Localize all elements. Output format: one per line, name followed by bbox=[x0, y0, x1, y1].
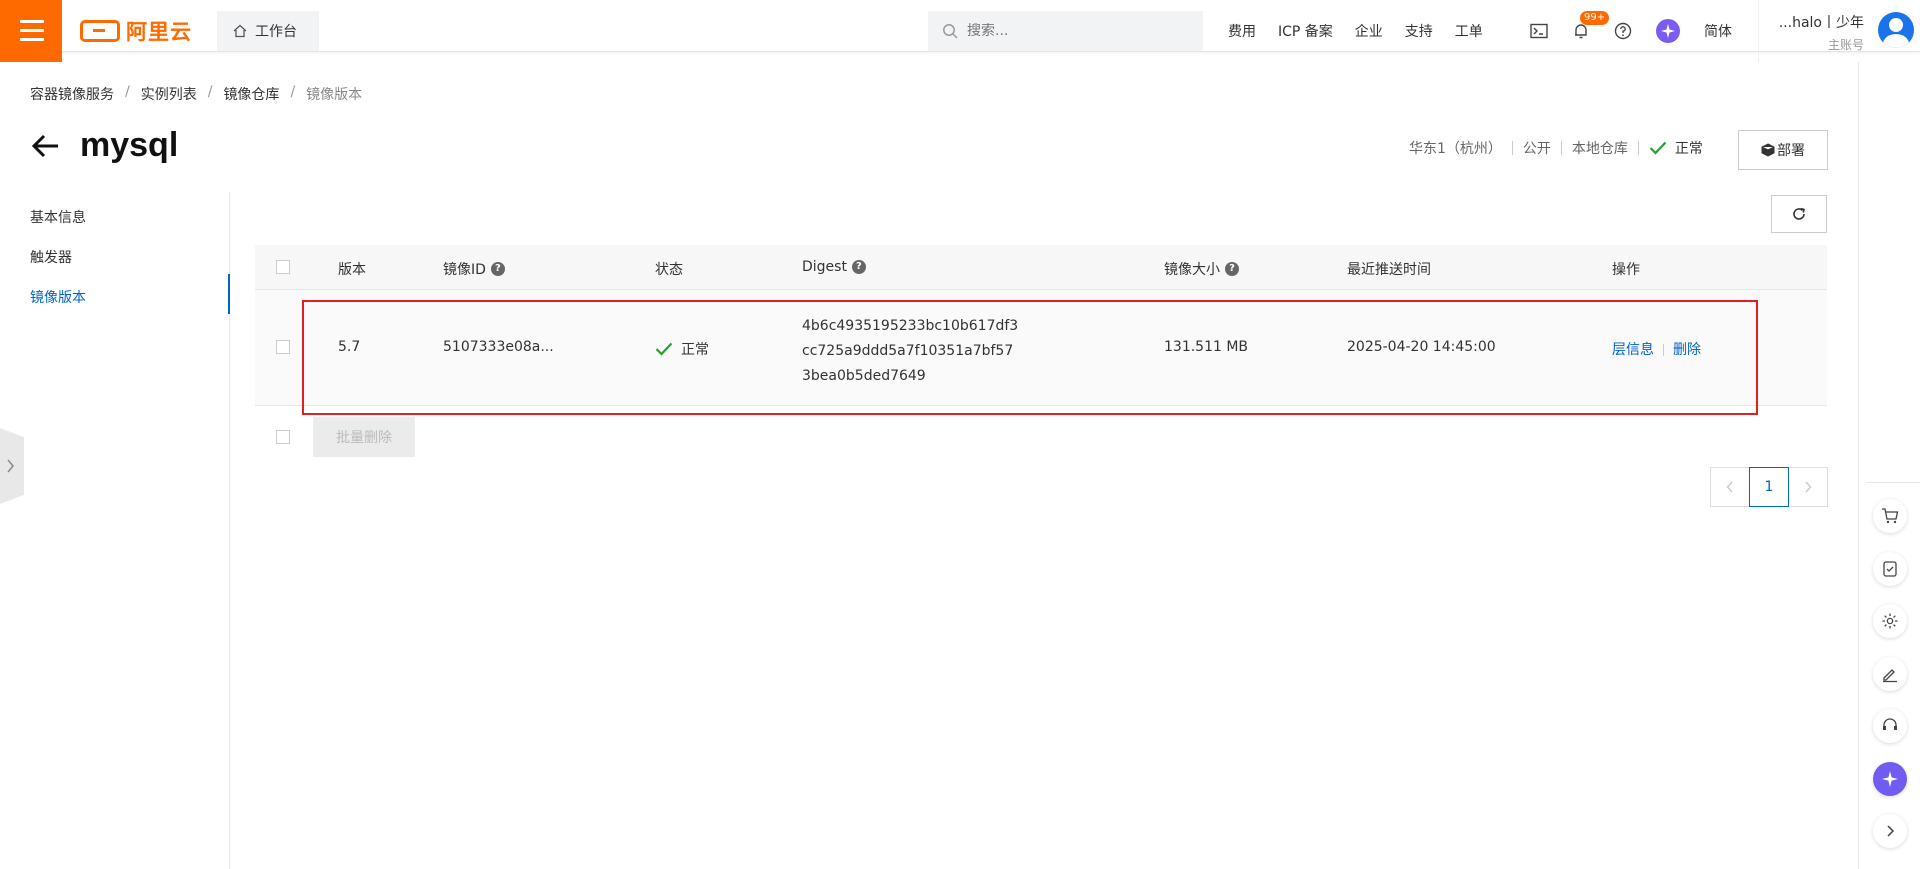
collapse-sidebar-handle[interactable] bbox=[0, 428, 24, 504]
batch-select-checkbox[interactable] bbox=[276, 430, 290, 444]
batch-actions: 批量删除 bbox=[255, 415, 655, 457]
col-digest: Digest? bbox=[802, 259, 866, 275]
col-status: 状态 bbox=[655, 262, 683, 278]
search-icon bbox=[943, 24, 958, 39]
repo-region: 华东1（杭州） bbox=[1409, 141, 1502, 157]
workbench-button[interactable]: 工作台 bbox=[217, 11, 319, 51]
breadcrumb-item-repos[interactable]: 镜像仓库 bbox=[223, 84, 279, 104]
back-arrow-icon[interactable] bbox=[30, 130, 62, 162]
prev-page-button[interactable] bbox=[1710, 467, 1750, 507]
select-all-checkbox[interactable] bbox=[276, 260, 290, 274]
ai-assistant-icon[interactable] bbox=[1873, 762, 1907, 796]
sidenav-item-basic-info[interactable]: 基本信息 bbox=[30, 207, 86, 227]
top-navigation-bar: 阿里云 工作台 费用 ICP 备案 企业 支持 工单 99+ 简体 ...hal… bbox=[0, 0, 1920, 62]
workbench-label: 工作台 bbox=[255, 24, 297, 40]
next-page-button[interactable] bbox=[1788, 467, 1828, 507]
notification-badge: 99+ bbox=[1580, 11, 1610, 25]
top-icons: 99+ 简体 bbox=[1530, 0, 1732, 62]
repo-type: 本地仓库 bbox=[1571, 141, 1628, 157]
breadcrumb-separator: / bbox=[125, 84, 130, 100]
terminal-icon[interactable] bbox=[1530, 23, 1548, 39]
rail-divider bbox=[1867, 482, 1920, 483]
sidenav-item-image-versions[interactable]: 镜像版本 bbox=[30, 287, 86, 307]
help-icon[interactable] bbox=[1614, 22, 1632, 40]
customer-service-headset-icon[interactable] bbox=[1873, 709, 1907, 743]
col-version: 版本 bbox=[338, 262, 366, 278]
chevron-left-icon bbox=[1726, 481, 1733, 493]
user-role: 主账号 bbox=[1827, 38, 1864, 52]
page-title: mysql bbox=[80, 126, 179, 164]
document-sign-icon[interactable] bbox=[1873, 552, 1907, 586]
edit-pen-icon[interactable] bbox=[1873, 657, 1907, 691]
table-header: 版本 镜像ID? 状态 Digest? 镜像大小? 最近推送时间 操作 bbox=[255, 245, 1827, 290]
sidenav-item-triggers[interactable]: 触发器 bbox=[30, 247, 72, 267]
breadcrumb: 容器镜像服务 / 实例列表 / 镜像仓库 / 镜像版本 bbox=[30, 84, 362, 104]
highlighted-row-outline bbox=[302, 300, 1758, 415]
nav-link-support[interactable]: 支持 bbox=[1405, 21, 1433, 41]
meta-divider bbox=[1560, 141, 1562, 155]
breadcrumb-separator: / bbox=[290, 84, 296, 100]
pagination: 1 bbox=[1710, 467, 1828, 507]
repo-meta: 华东1（杭州） 公开 本地仓库 正常 bbox=[1409, 138, 1703, 158]
check-icon bbox=[1649, 141, 1667, 155]
settings-gear-icon[interactable] bbox=[1873, 604, 1907, 638]
page-header: mysql bbox=[30, 126, 178, 165]
nav-link-enterprise[interactable]: 企业 bbox=[1355, 21, 1383, 41]
search-input[interactable] bbox=[967, 23, 1167, 39]
col-size: 镜像大小? bbox=[1164, 259, 1239, 279]
logo-text: 阿里云 bbox=[126, 20, 192, 44]
meta-divider bbox=[1511, 141, 1513, 155]
help-icon[interactable]: ? bbox=[851, 260, 866, 274]
nav-link-ticket[interactable]: 工单 bbox=[1455, 21, 1483, 41]
expand-rail-chevron-icon[interactable] bbox=[1873, 814, 1907, 848]
side-navigation: 基本信息 触发器 镜像版本 bbox=[0, 192, 230, 869]
ai-assistant-icon[interactable] bbox=[1656, 19, 1680, 43]
nav-link-icp[interactable]: ICP 备案 bbox=[1278, 21, 1333, 41]
nav-link-billing[interactable]: 费用 bbox=[1228, 21, 1256, 41]
notification-bell-icon[interactable]: 99+ bbox=[1572, 11, 1610, 40]
chevron-right-icon bbox=[7, 459, 14, 473]
right-toolbar bbox=[1858, 62, 1920, 869]
page-number[interactable]: 1 bbox=[1749, 467, 1789, 507]
col-actions: 操作 bbox=[1612, 262, 1640, 278]
user-name: ...halo丨少年 bbox=[1778, 15, 1864, 31]
col-image-id: 镜像ID? bbox=[443, 259, 505, 279]
breadcrumb-separator: / bbox=[207, 84, 213, 100]
search-box[interactable] bbox=[928, 11, 1203, 51]
hamburger-menu-icon[interactable] bbox=[0, 0, 62, 62]
breadcrumb-item-instances[interactable]: 实例列表 bbox=[141, 84, 197, 104]
repo-visibility: 公开 bbox=[1522, 141, 1551, 157]
top-links: 费用 ICP 备案 企业 支持 工单 bbox=[1228, 0, 1505, 62]
active-indicator bbox=[228, 274, 230, 314]
breadcrumb-item-versions: 镜像版本 bbox=[306, 87, 363, 103]
deploy-button[interactable]: 部署 bbox=[1738, 130, 1828, 170]
help-icon[interactable]: ? bbox=[490, 262, 505, 276]
refresh-icon bbox=[1793, 207, 1805, 220]
breadcrumb-item-registry[interactable]: 容器镜像服务 bbox=[30, 84, 114, 104]
home-icon bbox=[233, 24, 247, 38]
help-icon[interactable]: ? bbox=[1225, 262, 1239, 276]
aliyun-logo[interactable]: 阿里云 bbox=[80, 18, 192, 44]
row-checkbox[interactable] bbox=[276, 340, 290, 354]
meta-divider bbox=[1637, 141, 1639, 155]
chevron-right-icon bbox=[1805, 481, 1812, 493]
refresh-button[interactable] bbox=[1771, 195, 1827, 233]
deploy-label: 部署 bbox=[1777, 143, 1805, 159]
cube-icon bbox=[1761, 143, 1775, 157]
user-menu[interactable]: ...halo丨少年 主账号 bbox=[1758, 0, 1920, 62]
language-switch[interactable]: 简体 bbox=[1704, 21, 1732, 41]
repo-status: 正常 bbox=[1674, 141, 1703, 157]
col-pushed-at: 最近推送时间 bbox=[1347, 262, 1431, 278]
cart-icon[interactable] bbox=[1873, 499, 1907, 533]
aliyun-logo-icon bbox=[80, 20, 120, 42]
batch-delete-button[interactable]: 批量删除 bbox=[313, 417, 415, 457]
avatar[interactable] bbox=[1878, 12, 1914, 48]
